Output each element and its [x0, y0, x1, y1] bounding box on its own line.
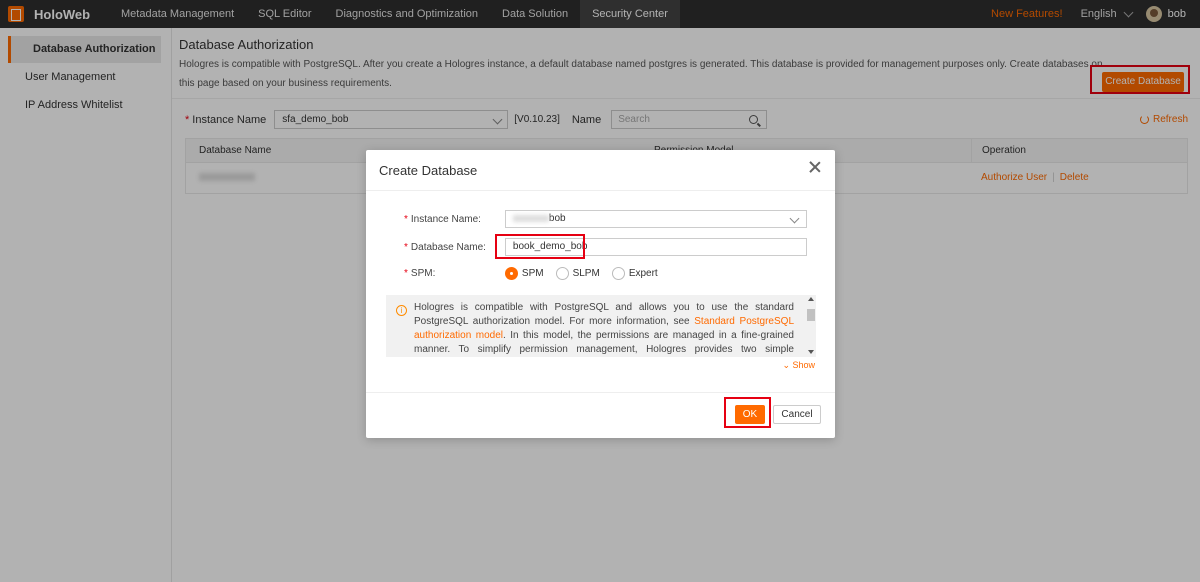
- scroll-thumb[interactable]: [807, 309, 815, 321]
- close-icon[interactable]: [809, 161, 821, 173]
- scroll-up-icon[interactable]: [808, 297, 814, 301]
- radio-unchecked-icon: [555, 267, 569, 280]
- radio-expert[interactable]: Expert: [611, 267, 658, 280]
- database-name-row: * Database Name: book_demo_bob: [404, 238, 807, 256]
- highlight-box: [495, 234, 585, 259]
- info-box: i Hologres is compatible with PostgreSQL…: [386, 295, 816, 357]
- scrollbar[interactable]: [806, 295, 816, 357]
- radio-label: SPM: [521, 268, 544, 279]
- info-text: Hologres is compatible with PostgreSQL a…: [414, 301, 794, 357]
- required-marker: *: [404, 241, 408, 253]
- info-icon: i: [396, 305, 407, 316]
- divider: [366, 392, 835, 393]
- instance-name-value: bob: [548, 213, 566, 224]
- instance-name-row: * Instance Name: bob: [404, 210, 807, 228]
- spm-row: * SPM: SPM SLPM Expert: [404, 267, 670, 280]
- highlight-box: [724, 397, 771, 428]
- radio-spm[interactable]: SPM: [504, 267, 544, 280]
- scroll-down-icon[interactable]: [808, 350, 814, 354]
- chevron-down-icon: [789, 213, 800, 224]
- radio-label: SLPM: [572, 268, 600, 279]
- divider: [366, 190, 835, 191]
- show-label: Show: [792, 360, 815, 370]
- show-more-link[interactable]: ⌄ Show: [782, 360, 815, 371]
- radio-slpm[interactable]: SLPM: [555, 267, 600, 280]
- spm-label: SPM:: [410, 268, 436, 279]
- dialog-title: Create Database: [379, 163, 478, 178]
- create-database-dialog: Create Database * Instance Name: bob * D…: [366, 150, 835, 438]
- redacted-text: [512, 214, 549, 222]
- instance-name-label: Instance Name:: [410, 213, 481, 225]
- required-marker: *: [404, 213, 408, 225]
- radio-checked-icon: [504, 267, 518, 280]
- radio-unchecked-icon: [611, 267, 625, 280]
- cancel-button[interactable]: Cancel: [773, 405, 821, 424]
- database-name-label: Database Name:: [410, 241, 486, 253]
- required-marker: *: [404, 268, 408, 279]
- instance-name-select[interactable]: bob: [504, 210, 807, 228]
- radio-label: Expert: [628, 268, 658, 279]
